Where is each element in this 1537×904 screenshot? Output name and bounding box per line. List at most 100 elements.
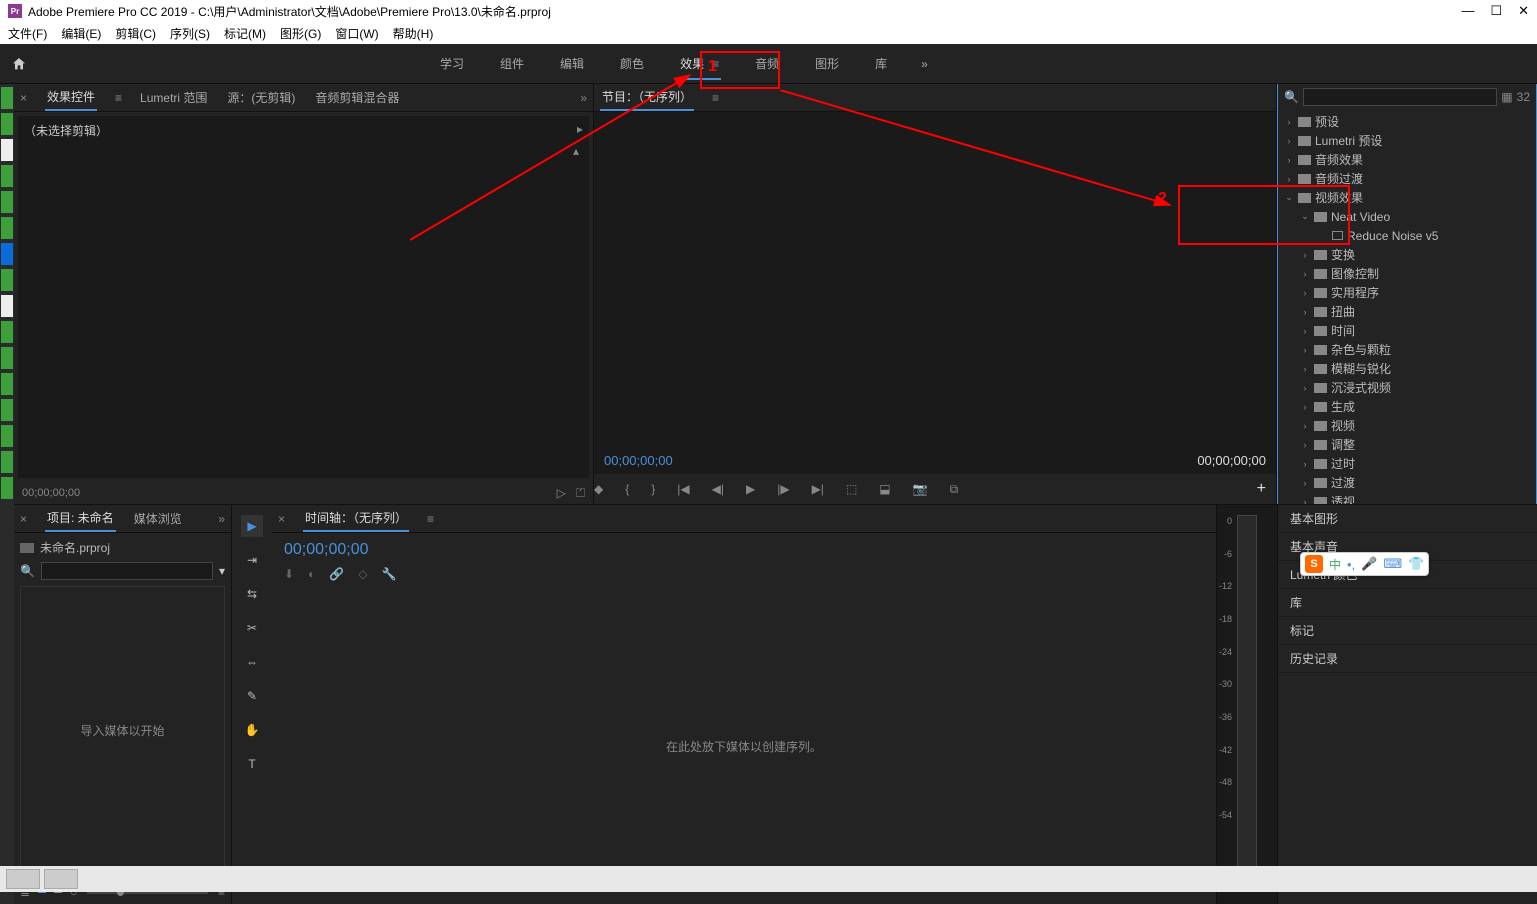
marker-icon[interactable]: ◆ <box>594 482 603 496</box>
collapse-right-icon[interactable]: ▸ <box>577 122 583 136</box>
tab-lumetri-scope[interactable]: Lumetri 范围 <box>138 85 209 110</box>
collapsed-panel-header[interactable]: 标记 <box>1278 617 1537 645</box>
timeline-timecode[interactable]: 00;00;00;00 <box>284 541 1204 559</box>
collapse-up-icon[interactable]: ▴ <box>573 144 579 158</box>
slip-tool-icon[interactable]: ⇔ <box>241 651 263 673</box>
pen-tool-icon[interactable]: ✎ <box>241 685 263 707</box>
menu-clip[interactable]: 剪辑(C) <box>115 25 156 42</box>
fx-tree-row[interactable]: ›Lumetri 预设 <box>1282 131 1532 150</box>
fx-tree-row[interactable]: ⌄视频效果 <box>1282 188 1532 207</box>
linked-sel-icon[interactable]: 🔗 <box>329 567 344 581</box>
tab-menu-icon[interactable]: ≡ <box>115 91 122 105</box>
toggle-icon-2[interactable]: ⏍ <box>576 486 585 501</box>
fx-tree-row[interactable]: ›预设 <box>1282 112 1532 131</box>
twisty-icon[interactable]: › <box>1300 288 1310 298</box>
fx-tree-row[interactable]: ›音频效果 <box>1282 150 1532 169</box>
tab-menu-icon[interactable]: ≡ <box>427 512 434 526</box>
toggle-icon-1[interactable]: ▷ <box>557 486 566 501</box>
fx-tree-row[interactable]: ›生成 <box>1282 397 1532 416</box>
menu-graphics[interactable]: 图形(G) <box>280 25 321 42</box>
twisty-icon[interactable]: › <box>1284 117 1294 127</box>
type-tool-icon[interactable]: T <box>241 753 263 775</box>
fx-tree-row[interactable]: ›过时 <box>1282 454 1532 473</box>
tab-media-browser[interactable]: 媒体浏览 <box>132 506 184 531</box>
home-button[interactable] <box>0 44 38 84</box>
fx-tree-row[interactable]: ›图像控制 <box>1282 264 1532 283</box>
workspace-tab-0[interactable]: 学习 <box>438 51 466 76</box>
ime-keyboard-icon[interactable]: ⌨ <box>1383 556 1402 572</box>
fx-badge-32-icon[interactable]: 32 <box>1517 90 1530 104</box>
project-search-input[interactable] <box>41 562 213 580</box>
fx-tree-row[interactable]: Reduce Noise v5 <box>1282 226 1532 245</box>
ime-skin-icon[interactable]: 👕 <box>1408 556 1424 572</box>
twisty-icon[interactable]: › <box>1300 250 1310 260</box>
twisty-icon[interactable]: › <box>1300 383 1310 393</box>
fx-tree-row[interactable]: ›模糊与锐化 <box>1282 359 1532 378</box>
twisty-icon[interactable]: › <box>1284 136 1294 146</box>
close-tab-icon[interactable]: × <box>278 512 285 526</box>
button-editor-add-icon[interactable]: + <box>1257 480 1266 498</box>
workspace-tab-5[interactable]: 音频 <box>753 51 781 76</box>
razor-tool-icon[interactable]: ✂ <box>241 617 263 639</box>
minimize-button[interactable]: — <box>1461 3 1474 19</box>
ripple-edit-tool-icon[interactable]: ⇆ <box>241 583 263 605</box>
fx-tree-row[interactable]: ›沉浸式视频 <box>1282 378 1532 397</box>
fx-tree-row[interactable]: ›扭曲 <box>1282 302 1532 321</box>
tabs-overflow-icon[interactable]: » <box>218 512 225 526</box>
workspace-overflow[interactable]: » <box>921 57 928 71</box>
extract-icon[interactable]: ⬓ <box>879 482 890 496</box>
twisty-icon[interactable]: › <box>1300 402 1310 412</box>
go-to-out-icon[interactable]: ▶| <box>812 482 824 496</box>
ime-voice-icon[interactable]: 🎤 <box>1361 556 1377 572</box>
settings-icon[interactable]: 🔧 <box>382 567 397 581</box>
tab-audio-clip-mixer[interactable]: 音频剪辑混合器 <box>313 85 401 110</box>
twisty-icon[interactable]: › <box>1300 307 1310 317</box>
fx-tree-row[interactable]: ›实用程序 <box>1282 283 1532 302</box>
tabs-overflow-icon[interactable]: » <box>580 91 587 105</box>
tab-timeline[interactable]: 时间轴：（无序列） <box>303 505 409 532</box>
fx-tree-row[interactable]: ›变换 <box>1282 245 1532 264</box>
workspace-tab-2[interactable]: 编辑 <box>558 51 586 76</box>
project-search-menu-icon[interactable]: ▾ <box>219 564 225 578</box>
twisty-icon[interactable]: › <box>1300 345 1310 355</box>
fx-tree-row[interactable]: ›杂色与颗粒 <box>1282 340 1532 359</box>
twisty-icon[interactable]: › <box>1300 478 1310 488</box>
taskbar-item[interactable] <box>6 869 40 889</box>
twisty-icon[interactable]: › <box>1300 459 1310 469</box>
step-back-icon[interactable]: ◀| <box>712 482 724 496</box>
fx-tree-row[interactable]: ›调整 <box>1282 435 1532 454</box>
workspace-tab-3[interactable]: 颜色 <box>618 51 646 76</box>
maximize-button[interactable]: ☐ <box>1490 3 1502 19</box>
step-fwd-icon[interactable]: |▶ <box>777 482 789 496</box>
twisty-icon[interactable]: › <box>1300 440 1310 450</box>
tab-menu-icon[interactable]: ≡ <box>712 91 719 105</box>
lift-icon[interactable]: ⬚ <box>846 482 857 496</box>
collapsed-panel-header[interactable]: 基本图形 <box>1278 505 1537 533</box>
snap-icon[interactable]: ◐ <box>308 567 315 581</box>
fx-tree-row[interactable]: ⌄Neat Video <box>1282 207 1532 226</box>
selection-tool-icon[interactable]: ▶ <box>241 515 263 537</box>
workspace-tab-7[interactable]: 库 <box>873 51 889 76</box>
close-tab-icon[interactable]: × <box>20 91 27 105</box>
out-point-icon[interactable]: } <box>651 482 655 496</box>
ime-toolbar[interactable]: S 中 •, 🎤 ⌨ 👕 <box>1300 552 1429 576</box>
effects-search-input[interactable] <box>1303 88 1497 106</box>
ime-lang[interactable]: 中 <box>1329 556 1341 573</box>
program-tc-left[interactable]: 00;00;00;00 <box>604 453 673 468</box>
play-icon[interactable]: ▶ <box>746 482 755 496</box>
tab-program[interactable]: 节目：（无序列） <box>600 84 694 111</box>
track-select-tool-icon[interactable]: ⇥ <box>241 549 263 571</box>
tab-project[interactable]: 项目: 未命名 <box>45 505 116 532</box>
in-point-icon[interactable]: { <box>625 482 629 496</box>
fx-tree-row[interactable]: ›时间 <box>1282 321 1532 340</box>
tab-source[interactable]: 源：(无剪辑) <box>225 85 297 110</box>
menu-sequence[interactable]: 序列(S) <box>170 25 210 42</box>
menu-window[interactable]: 窗口(W) <box>335 25 378 42</box>
twisty-icon[interactable]: › <box>1300 364 1310 374</box>
twisty-icon[interactable]: › <box>1300 421 1310 431</box>
twisty-icon[interactable]: › <box>1300 269 1310 279</box>
taskbar-item[interactable] <box>44 869 78 889</box>
twisty-icon[interactable]: ⌄ <box>1300 211 1310 222</box>
menu-file[interactable]: 文件(F) <box>8 25 47 42</box>
go-to-in-icon[interactable]: |◀ <box>677 482 689 496</box>
